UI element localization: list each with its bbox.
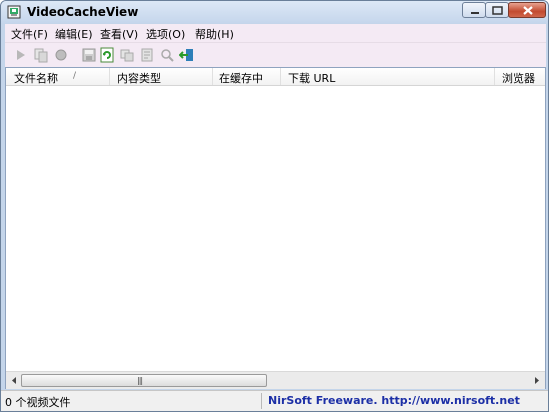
menu-help[interactable]: 帮助(H) [195,26,234,42]
status-count: 0 个视频文件 [5,396,71,409]
menu-options[interactable]: 选项(O) [146,26,185,42]
status-bar: 0 个视频文件 NirSoft Freeware. http://www.nir… [1,390,548,411]
column-filename[interactable]: 文件名称 / [6,68,110,85]
copy-file-icon[interactable] [33,47,49,63]
menu-file[interactable]: 文件(F) [11,26,48,42]
find-icon[interactable] [159,47,175,63]
play-icon[interactable] [13,47,29,63]
scrollbar-thumb[interactable]: ||| [21,374,267,387]
app-window: VideoCacheView 文件(F) 编辑(E) 查看(V) 选项(O) 帮… [0,0,549,412]
minimize-button[interactable] [462,2,486,18]
menu-edit[interactable]: 编辑(E) [55,26,93,42]
video-list[interactable]: 文件名称 / 内容类型 在缓存中 下载 URL 浏览器 ||| [5,67,546,389]
scroll-right-icon[interactable] [528,372,545,389]
column-in-cache[interactable]: 在缓存中 [213,68,281,85]
nirsoft-link[interactable]: NirSoft Freeware. http://www.nirsoft.net [268,394,520,407]
sort-indicator-icon: / [73,71,77,81]
copy-icon[interactable] [119,47,135,63]
minimize-icon [471,12,479,14]
menu-view[interactable]: 查看(V) [100,26,138,42]
window-title: VideoCacheView [27,5,139,19]
column-content-type[interactable]: 内容类型 [110,68,213,85]
refresh-icon[interactable] [99,47,115,63]
properties-icon[interactable] [139,47,155,63]
toolbar [5,42,546,67]
horizontal-scrollbar[interactable]: ||| [6,371,545,389]
close-button[interactable] [508,2,546,18]
list-header: 文件名称 / 内容类型 在缓存中 下载 URL 浏览器 [6,68,545,86]
grip-icon: ||| [137,376,143,385]
close-icon [523,6,533,15]
title-bar[interactable]: VideoCacheView [1,1,548,23]
menu-bar: 文件(F) 编辑(E) 查看(V) 选项(O) 帮助(H) [5,24,546,42]
maximize-icon [492,6,503,15]
app-icon [7,5,21,19]
record-icon[interactable] [53,47,69,63]
status-divider [261,393,262,409]
exit-icon[interactable] [179,47,195,63]
column-browser[interactable]: 浏览器 [495,68,545,85]
save-icon[interactable] [81,47,97,63]
maximize-button[interactable] [485,2,509,18]
column-download-url[interactable]: 下载 URL [281,68,495,85]
